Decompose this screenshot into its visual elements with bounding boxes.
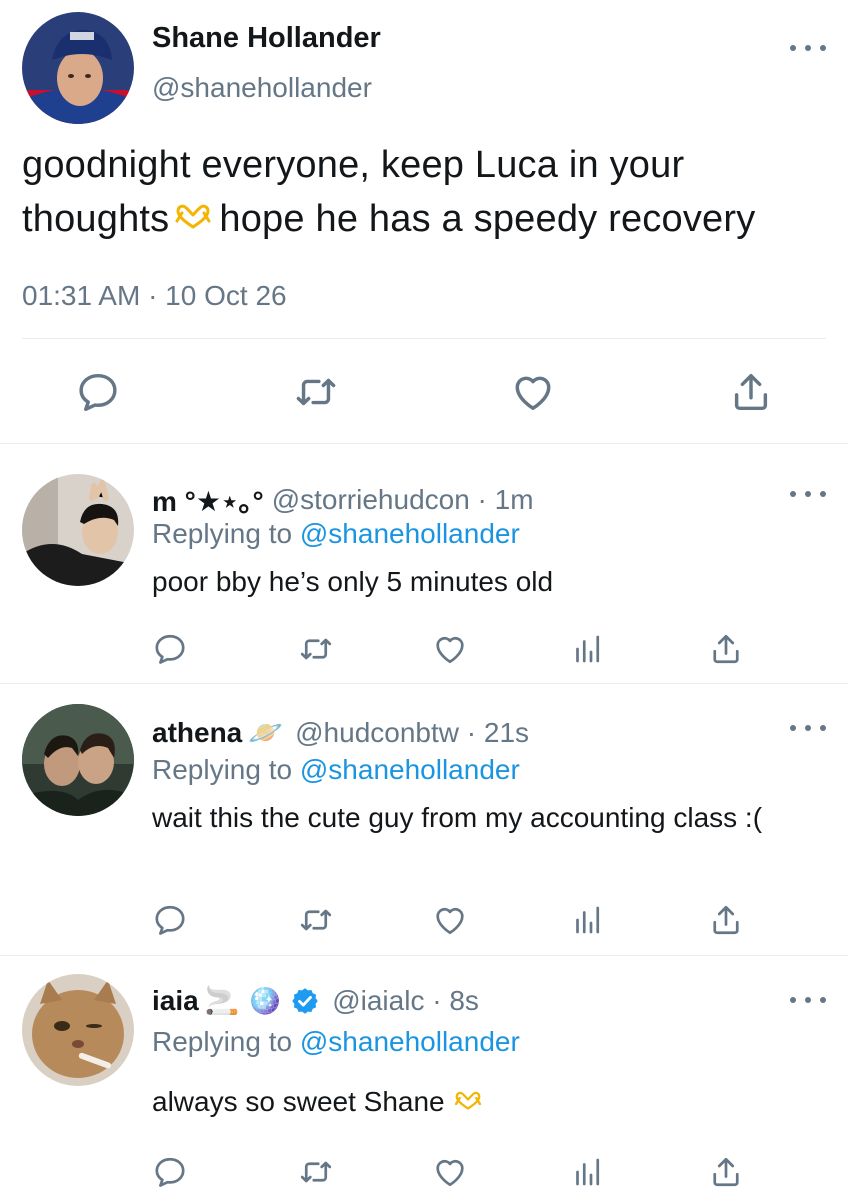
analytics-button[interactable]	[568, 1152, 608, 1192]
share-icon	[708, 902, 744, 938]
like-icon	[432, 902, 468, 938]
author-name[interactable]: Shane Hollander	[152, 22, 381, 55]
verified-badge-icon	[292, 987, 318, 1014]
avatar[interactable]	[22, 704, 134, 816]
retweet-button[interactable]	[290, 366, 342, 418]
retweet-icon	[298, 1154, 334, 1190]
planet-emoji-icon: 🪐	[248, 717, 284, 748]
like-icon	[510, 369, 556, 415]
reply-text: poor bby he’s only 5 minutes old	[152, 566, 554, 597]
reply-tweet: iaia 🚬 🪩 @iaialc · 8s Replying to @shane…	[0, 956, 848, 1200]
reply-button[interactable]	[72, 366, 124, 418]
retweet-icon	[293, 369, 339, 415]
analytics-icon	[570, 1154, 606, 1190]
heart-hands-emoji-icon	[173, 203, 213, 231]
replying-to-mention[interactable]: @shanehollander	[300, 754, 520, 785]
replying-to-mention[interactable]: @shanehollander	[300, 518, 520, 549]
tweet-text-part2: hope he has a speedy recovery	[219, 198, 756, 240]
reply-header: m °★⋆｡° @storriehudcon · 1m	[152, 480, 534, 520]
author-name[interactable]: m °★⋆｡°	[152, 480, 264, 520]
reply-tweet: m °★⋆｡° @storriehudcon · 1m Replying to …	[0, 444, 848, 684]
reply-header: iaia 🚬 🪩 @iaialc · 8s	[152, 984, 479, 1017]
author-handle[interactable]: @storriehudcon · 1m	[272, 484, 534, 516]
retweet-icon	[298, 631, 334, 667]
replying-to-prefix: Replying to	[152, 1026, 293, 1057]
author-name[interactable]: athena	[152, 717, 242, 749]
analytics-button[interactable]	[568, 629, 608, 669]
name-emoji: 🚬 🪩	[204, 985, 283, 1016]
like-button[interactable]	[430, 1152, 470, 1192]
share-button[interactable]	[706, 900, 746, 940]
avatar[interactable]	[22, 474, 134, 586]
like-button[interactable]	[430, 629, 470, 669]
more-options-icon[interactable]	[790, 484, 826, 504]
share-button[interactable]	[706, 629, 746, 669]
avatar[interactable]	[22, 974, 134, 1086]
like-button[interactable]	[507, 366, 559, 418]
reply-text-content: always so sweet Shane	[152, 1086, 445, 1117]
reply-button[interactable]	[150, 1152, 190, 1192]
reply-actions	[0, 1152, 848, 1192]
divider	[22, 338, 826, 339]
reply-text: wait this the cute guy from my accountin…	[152, 802, 763, 833]
replying-to: Replying to @shanehollander	[152, 1026, 520, 1058]
replying-to: Replying to @shanehollander	[152, 754, 520, 786]
share-icon	[708, 1154, 744, 1190]
like-icon	[432, 1154, 468, 1190]
reply-icon	[152, 1154, 188, 1190]
more-options-icon[interactable]	[790, 38, 826, 58]
analytics-button[interactable]	[568, 900, 608, 940]
author-handle[interactable]: @hudconbtw · 21s	[295, 717, 529, 749]
tweet-actions	[0, 366, 848, 418]
replying-to: Replying to @shanehollander	[152, 518, 520, 550]
retweet-button[interactable]	[296, 1152, 336, 1192]
analytics-icon	[570, 631, 606, 667]
main-tweet: Shane Hollander @shanehollander goodnigh…	[0, 0, 848, 444]
tweet-timestamp[interactable]: 01:31 AM · 10 Oct 26	[22, 280, 287, 312]
reply-tweet: athena 🪐 @hudconbtw · 21s Replying to @s…	[0, 684, 848, 956]
reply-icon	[152, 631, 188, 667]
tweet-text: goodnight everyone, keep Luca in your th…	[22, 138, 832, 246]
retweet-button[interactable]	[296, 900, 336, 940]
reply-text: always so sweet Shane	[152, 1084, 812, 1120]
reply-actions	[0, 900, 848, 940]
like-button[interactable]	[430, 900, 470, 940]
share-button[interactable]	[706, 1152, 746, 1192]
heart-hands-emoji-icon	[453, 1090, 483, 1112]
reply-icon	[75, 369, 121, 415]
avatar[interactable]	[22, 12, 134, 124]
replying-to-mention[interactable]: @shanehollander	[300, 1026, 520, 1057]
analytics-icon	[570, 902, 606, 938]
like-icon	[432, 631, 468, 667]
reply-icon	[152, 902, 188, 938]
retweet-icon	[298, 902, 334, 938]
author-name[interactable]: iaia	[152, 985, 199, 1017]
author-handle[interactable]: @iaialc · 8s	[332, 985, 479, 1017]
reply-button[interactable]	[150, 900, 190, 940]
share-icon	[708, 631, 744, 667]
author-handle[interactable]: @shanehollander	[152, 72, 372, 104]
share-button[interactable]	[725, 366, 777, 418]
reply-button[interactable]	[150, 629, 190, 669]
reply-actions	[0, 629, 848, 669]
more-options-icon[interactable]	[790, 990, 826, 1010]
replying-to-prefix: Replying to	[152, 518, 293, 549]
retweet-button[interactable]	[296, 629, 336, 669]
replying-to-prefix: Replying to	[152, 754, 293, 785]
more-options-icon[interactable]	[790, 718, 826, 738]
share-icon	[728, 369, 774, 415]
reply-header: athena 🪐 @hudconbtw · 21s	[152, 716, 529, 749]
